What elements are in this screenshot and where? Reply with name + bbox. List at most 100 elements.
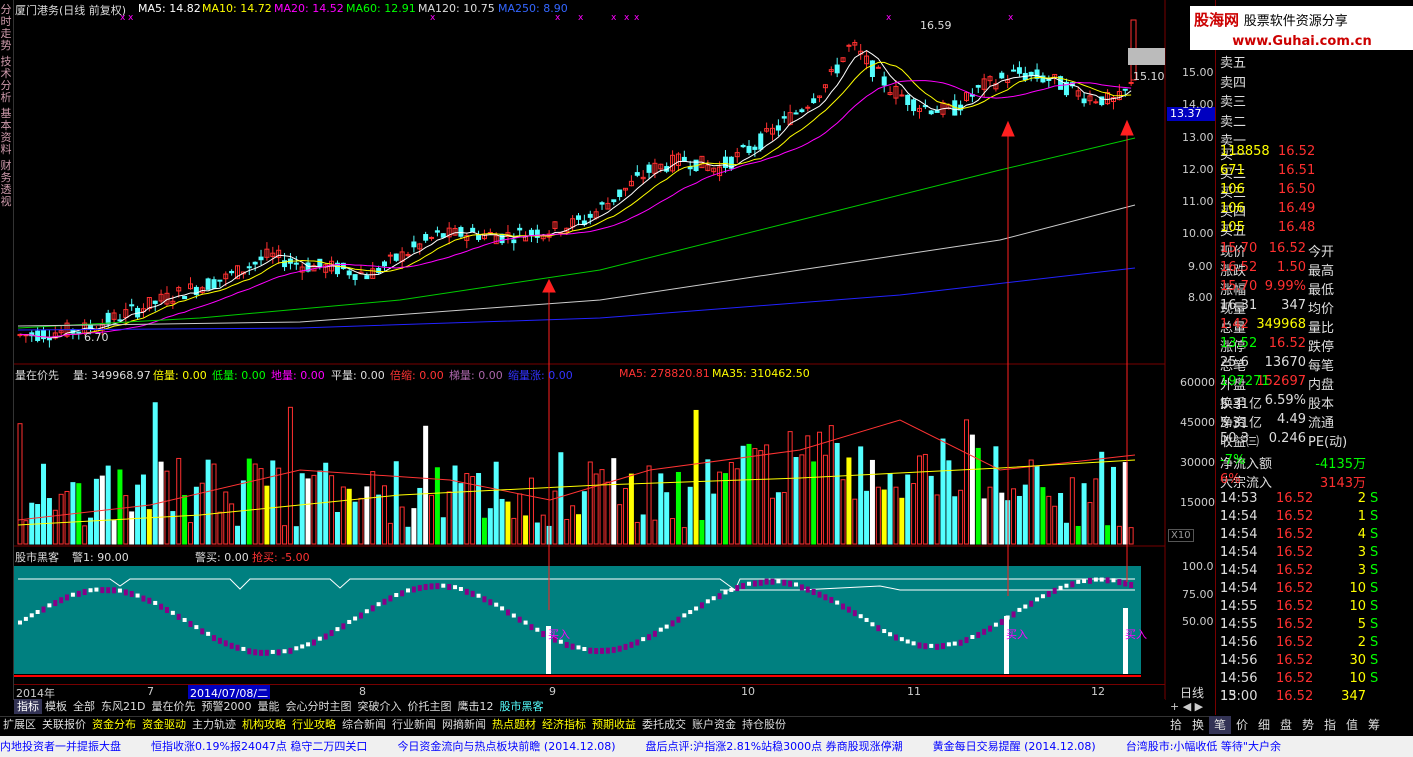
indicator-bar <box>35 610 40 615</box>
tab-yujing[interactable]: 预警2000 <box>198 699 254 714</box>
indicator-bar <box>464 588 469 595</box>
volume-bar <box>282 525 288 545</box>
volume-bar <box>1011 488 1017 545</box>
tab-jia[interactable]: 价 <box>1231 716 1253 734</box>
indicator-bar <box>294 646 299 651</box>
tab-wangzhai[interactable]: 网摘新闻 <box>439 717 489 733</box>
stat-row-cell: 流通 <box>1308 415 1335 431</box>
indicator-bar <box>59 597 64 604</box>
vol-indicator-name[interactable]: 量在价先 <box>15 367 59 383</box>
indicator-bar <box>746 581 751 586</box>
tick-row-cell: S <box>1370 635 1379 650</box>
candlesticks <box>17 19 1137 348</box>
tab-chou[interactable]: 筹 <box>1363 716 1385 734</box>
volume-bar <box>387 522 393 545</box>
indicator-bar <box>411 586 416 593</box>
tab-zonghe[interactable]: 综合新闻 <box>339 717 389 733</box>
scroll-buttons[interactable]: + ◀ ▶ <box>1170 700 1203 713</box>
tab-redian[interactable]: 热点题材 <box>489 717 539 733</box>
tab-zijinfenbu[interactable]: 资金分布 <box>89 717 139 733</box>
signal-marker: x <box>578 13 584 23</box>
tab-jiatuo[interactable]: 价托主图 <box>404 699 454 714</box>
tab-weituo[interactable]: 委托成交 <box>639 717 689 733</box>
candle-body <box>740 144 746 148</box>
indicator-bar <box>1035 597 1040 602</box>
stat-row: 收益㈢ 0.246 PE(动) 50.3 <box>1220 431 1410 450</box>
flow-row-cell: -7% <box>1220 453 1246 469</box>
news-5[interactable]: 黄金每日交易提醒 (2014.12.08) <box>933 740 1096 753</box>
candle-body <box>317 258 323 267</box>
volume-bar <box>758 450 764 545</box>
tab-bi[interactable]: 笔 <box>1209 716 1231 734</box>
candle-body <box>911 99 917 112</box>
volume-bar <box>58 493 64 545</box>
indicator-bar <box>70 592 75 597</box>
tab-heike[interactable]: 股市黑客 <box>496 699 546 714</box>
indicator-bar <box>170 610 175 615</box>
tab-huan[interactable]: 换 <box>1187 716 1209 734</box>
tab-jigou[interactable]: 机构攻略 <box>239 717 289 733</box>
period-button[interactable]: 日线 <box>1180 684 1204 701</box>
indicator-bar <box>776 579 781 584</box>
volume-bar <box>705 459 711 545</box>
tab-zijinqudong[interactable]: 资金驱动 <box>139 717 189 733</box>
indicator-bar <box>582 646 587 651</box>
tab-zhanghu[interactable]: 账户资金 <box>689 717 739 733</box>
bid-row-cell: 106 <box>1220 182 1245 197</box>
tab-indicator[interactable]: 指标 <box>14 699 42 714</box>
tab-hangyexinwen[interactable]: 行业新闻 <box>389 717 439 733</box>
candle-body <box>252 261 258 265</box>
tab-zhuli[interactable]: 主力轨迹 <box>189 717 239 733</box>
volume-bar <box>634 521 640 545</box>
ind-name[interactable]: 股市黑客 <box>15 549 59 565</box>
indicator-bar <box>88 588 93 593</box>
tick-row-cell: 1 <box>1220 617 1229 632</box>
volume-bar <box>493 461 499 545</box>
tick-row-cell: 4 <box>1357 527 1366 542</box>
tab-pan[interactable]: 盘 <box>1275 716 1297 734</box>
tab-hangye[interactable]: 行业攻略 <box>289 717 339 733</box>
tab-dongfeng[interactable]: 东风21D <box>98 699 148 714</box>
tab-zhi2[interactable]: 值 <box>1341 716 1363 734</box>
indicator-bar <box>641 637 646 642</box>
signal-marker: x <box>634 13 640 23</box>
tab-huixin[interactable]: 会心分时主图 <box>282 699 354 714</box>
tab-jingji[interactable]: 经济指标 <box>539 717 589 733</box>
indicator-bar <box>694 606 699 611</box>
tab-shi[interactable]: 拾 <box>1165 716 1187 734</box>
month-10: 10 <box>741 685 755 698</box>
volume-bar <box>511 517 517 545</box>
tab-kuozhan[interactable]: 扩展区 <box>0 717 39 733</box>
volume-bar <box>981 498 987 545</box>
tab-tupo[interactable]: 突破介入 <box>354 699 404 714</box>
indicator-bar <box>82 589 87 596</box>
tab-xi[interactable]: 细 <box>1253 716 1275 734</box>
indicator-bar <box>270 649 275 654</box>
stat-row-cell: 197271 <box>1220 373 1270 389</box>
news-4[interactable]: 盘后点评:沪指涨2.81%站稳3000点 券商股现涨停潮 <box>646 740 903 753</box>
indicator-bar <box>65 594 70 601</box>
tab-liangzai[interactable]: 量在价先 <box>148 699 198 714</box>
news-1[interactable]: 内地投资者一并提振大盘 <box>0 740 121 753</box>
news-3[interactable]: 今日资金流向与热点板块前瞻 (2014.12.08) <box>397 740 615 753</box>
indicator-bar <box>1011 611 1016 618</box>
tab-template[interactable]: 模板 <box>42 699 70 714</box>
tab-yingji[interactable]: 鹰击12 <box>454 699 496 714</box>
ind-axis-50: 50.00 <box>1182 615 1214 628</box>
tab-chicang[interactable]: 持仓股份 <box>739 717 789 733</box>
volume-bar <box>875 486 881 545</box>
tab-shi2[interactable]: 势 <box>1297 716 1319 734</box>
news-6[interactable]: 台湾股市:小幅收低 等待"大户余 <box>1126 740 1281 753</box>
indicator-bar <box>999 618 1004 625</box>
news-ticker[interactable]: 内地投资者一并提振大盘 恒指收涨0.19%报24047点 稳守二万四关口 今日资金流… <box>0 736 1413 757</box>
tab-guanlian[interactable]: 关联报价 <box>39 717 89 733</box>
news-2[interactable]: 恒指收涨0.19%报24047点 稳守二万四关口 <box>151 740 367 753</box>
tab-all[interactable]: 全部 <box>70 699 98 714</box>
volume-bar <box>76 483 82 545</box>
ask-row-cell: 卖三 <box>1220 95 1247 111</box>
vol-axis-15000: 15000 <box>1180 496 1215 509</box>
stat-row-cell: 25.6 <box>1220 354 1249 370</box>
tab-yuqi[interactable]: 预期收益 <box>589 717 639 733</box>
tab-liangneng[interactable]: 量能 <box>254 699 282 714</box>
tab-zhi[interactable]: 指 <box>1319 716 1341 734</box>
